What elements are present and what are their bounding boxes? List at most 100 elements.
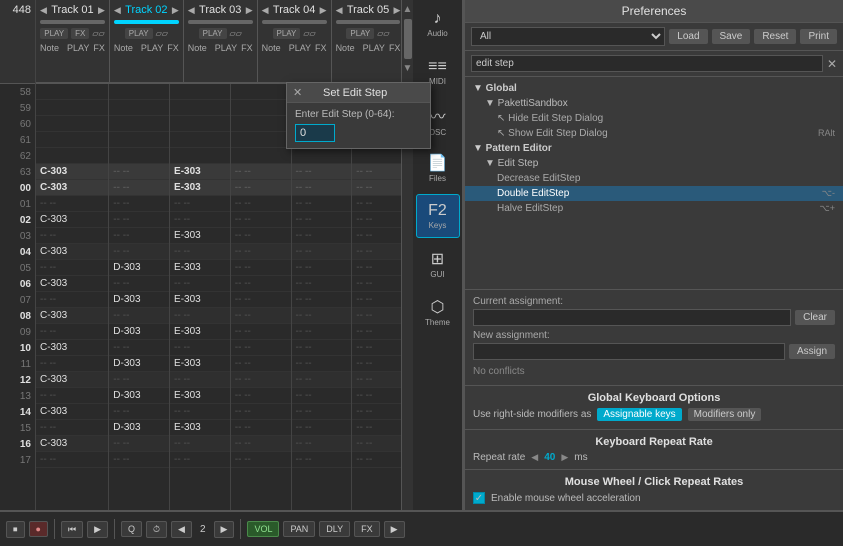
cell-header-2-3[interactable] [170,132,230,148]
cell-header-3-3[interactable] [231,132,291,148]
cell-header-3-1[interactable] [231,100,291,116]
cell-1-1[interactable]: -- -- [109,196,169,212]
search-clear-icon[interactable]: ✕ [827,57,837,71]
cell-2-2[interactable]: -- -- [170,212,230,228]
cell-3-2[interactable]: -- -- [231,212,291,228]
cell-header-1-3[interactable] [109,132,169,148]
cell-3-16[interactable]: -- -- [231,436,291,452]
tree-item-halve[interactable]: Halve EditStep ⌥+ [465,201,843,216]
cell-2-11[interactable]: E-303 [170,356,230,372]
step-right-button[interactable]: ▶ [214,521,235,538]
cell-2-0[interactable]: E-303 [170,180,230,196]
cell-header-2-1[interactable] [170,100,230,116]
track-arrow-left-2[interactable]: ◀ [114,5,121,16]
cell-3-3[interactable]: -- -- [231,228,291,244]
cell-header-0-5[interactable]: C-303 [36,164,108,180]
track-arrow-left-5[interactable]: ◀ [336,5,343,16]
cell-1-12[interactable]: -- -- [109,372,169,388]
cell-2-12[interactable]: -- -- [170,372,230,388]
cell-2-6[interactable]: -- -- [170,276,230,292]
scroll-up-arrow[interactable]: ▲ [401,2,413,17]
cell-3-1[interactable]: -- -- [231,196,291,212]
cell-4-5[interactable]: -- -- [292,260,352,276]
track-play-btn-2[interactable]: PLAY [125,28,153,39]
cell-1-16[interactable]: -- -- [109,436,169,452]
cell-4-13[interactable]: -- -- [292,388,352,404]
icon-btn-gui[interactable]: ⊞ GUI [416,242,460,286]
cell-header-2-2[interactable] [170,116,230,132]
cell-2-4[interactable]: -- -- [170,244,230,260]
metronome-button[interactable]: ⏱ [146,521,167,538]
icon-btn-keys[interactable]: F2 Keys [416,194,460,238]
cell-0-10[interactable]: C-303 [36,340,108,356]
cell-3-7[interactable]: -- -- [231,292,291,308]
cell-3-4[interactable]: -- -- [231,244,291,260]
assign-button[interactable]: Assign [789,344,835,359]
track-play-btn-1[interactable]: PLAY [40,28,68,39]
search-input[interactable] [471,55,823,72]
tree-item-double[interactable]: Double EditStep ⌥- [465,186,843,201]
cell-header-0-4[interactable] [36,148,108,164]
cell-0-17[interactable]: -- -- [36,452,108,468]
cell-3-11[interactable]: -- -- [231,356,291,372]
cell-header-3-4[interactable] [231,148,291,164]
cell-3-17[interactable]: -- -- [231,452,291,468]
cell-2-16[interactable]: -- -- [170,436,230,452]
cell-3-9[interactable]: -- -- [231,324,291,340]
new-assignment-input[interactable] [473,343,785,360]
play-button[interactable]: ▶ [87,521,108,538]
current-assignment-input[interactable] [473,309,791,326]
cell-0-2[interactable]: C-303 [36,212,108,228]
cell-3-10[interactable]: -- -- [231,340,291,356]
cell-1-5[interactable]: D-303 [109,260,169,276]
cell-0-3[interactable]: -- -- [36,228,108,244]
cell-header-0-0[interactable] [36,84,108,100]
cell-1-3[interactable]: -- -- [109,228,169,244]
icon-btn-audio[interactable]: ♪ Audio [416,2,460,46]
cell-1-10[interactable]: -- -- [109,340,169,356]
cell-0-13[interactable]: -- -- [36,388,108,404]
cell-1-15[interactable]: D-303 [109,420,169,436]
cell-1-9[interactable]: D-303 [109,324,169,340]
more-button[interactable]: ▶ [384,521,405,538]
cell-4-1[interactable]: -- -- [292,196,352,212]
cell-4-11[interactable]: -- -- [292,356,352,372]
cell-2-8[interactable]: -- -- [170,308,230,324]
track-play-btn-4[interactable]: PLAY [273,28,301,39]
fx-button[interactable]: FX [354,521,380,537]
cell-1-4[interactable]: -- -- [109,244,169,260]
icon-btn-theme[interactable]: ⬡ Theme [416,290,460,334]
tree-item-edit-step[interactable]: ▼ Edit Step [465,156,843,171]
cell-0-16[interactable]: C-303 [36,436,108,452]
save-button[interactable]: Save [712,29,751,44]
cell-0-12[interactable]: C-303 [36,372,108,388]
cell-3-12[interactable]: -- -- [231,372,291,388]
cell-header-1-0[interactable] [109,84,169,100]
cell-4-17[interactable]: -- -- [292,452,352,468]
cell-header-0-1[interactable] [36,100,108,116]
scrollbar-thumb[interactable] [404,19,412,59]
cell-1-8[interactable]: -- -- [109,308,169,324]
cell-1-13[interactable]: D-303 [109,388,169,404]
cell-header-3-5[interactable]: -- -- [231,164,291,180]
cell-header-1-2[interactable] [109,116,169,132]
cell-4-8[interactable]: -- -- [292,308,352,324]
dly-button[interactable]: DLY [319,521,350,537]
cell-3-15[interactable]: -- -- [231,420,291,436]
cell-4-9[interactable]: -- -- [292,324,352,340]
assignable-keys-badge[interactable]: Assignable keys [597,408,681,421]
tree-item-show-edit[interactable]: ↖ Show Edit Step Dialog RAlt [465,126,843,141]
cell-1-7[interactable]: D-303 [109,292,169,308]
track-arrow-left-1[interactable]: ◀ [40,5,47,16]
cell-2-7[interactable]: E-303 [170,292,230,308]
cell-header-4-5[interactable]: -- -- [292,164,352,180]
cell-0-11[interactable]: -- -- [36,356,108,372]
cell-header-1-1[interactable] [109,100,169,116]
cell-0-7[interactable]: -- -- [36,292,108,308]
track-arrow-right-5[interactable]: ▶ [394,5,401,16]
filter-dropdown[interactable]: All [471,27,665,46]
tracks-scrollbar[interactable]: ▲ ▼ [401,0,413,510]
cell-4-3[interactable]: -- -- [292,228,352,244]
modifiers-only-button[interactable]: Modifiers only [688,408,762,421]
cell-header-3-0[interactable] [231,84,291,100]
